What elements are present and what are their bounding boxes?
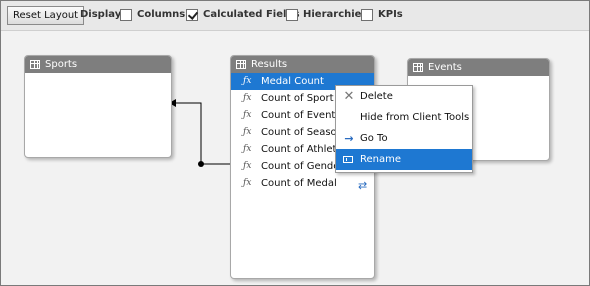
menu-item-go-to[interactable]: → Go To [336, 128, 472, 149]
diagram-view: Reset Layout Display: Columns Calculated… [0, 0, 590, 286]
hierarchies-checkbox[interactable] [286, 9, 298, 21]
menu-item-rename[interactable]: Rename [336, 149, 472, 170]
columns-checkbox[interactable] [120, 9, 132, 21]
menu-item-label: Delete [360, 91, 393, 102]
calculated-field-icon: ƒx [243, 93, 252, 103]
swap-arrows-icon[interactable]: ⇄ [358, 179, 367, 192]
field-label: Medal Count [261, 76, 324, 87]
display-label: Display: [80, 9, 126, 20]
context-menu: ✕ Delete Hide from Client Tools → Go To … [335, 85, 473, 173]
menu-item-hide-from-client-tools[interactable]: Hide from Client Tools [336, 107, 472, 128]
table-sports[interactable]: Sports [24, 55, 172, 158]
table-icon [413, 63, 423, 72]
calculated-field-row[interactable]: ƒx Count of Medal [231, 175, 374, 192]
calculated-fields-checkbox[interactable] [186, 9, 198, 21]
rename-icon [343, 156, 353, 163]
kpis-label[interactable]: KPIs [378, 9, 403, 20]
field-label: Count of Season [261, 127, 343, 138]
table-title: Events [428, 62, 462, 73]
calculated-field-icon: ƒx [243, 76, 252, 86]
field-label: Count of Medal [261, 178, 337, 189]
hierarchies-label[interactable]: Hierarchies [303, 9, 367, 20]
calculated-field-icon: ƒx [243, 178, 252, 188]
menu-item-label: Go To [360, 133, 388, 144]
calculated-field-icon: ƒx [243, 127, 252, 137]
table-title: Sports [45, 59, 78, 70]
table-icon [236, 60, 246, 69]
menu-item-label: Hide from Client Tools [360, 112, 470, 123]
delete-x-icon: ✕ [343, 89, 355, 104]
field-label: Count of Event [261, 110, 336, 121]
menu-item-delete[interactable]: ✕ Delete [336, 86, 472, 107]
menu-item-label: Rename [360, 154, 402, 165]
table-title: Results [251, 59, 288, 70]
calculated-field-icon: ƒx [243, 161, 252, 171]
field-label: Count of Sport [261, 93, 334, 104]
calculated-field-icon: ƒx [243, 110, 252, 120]
table-header[interactable]: Results [231, 56, 374, 73]
kpis-checkbox[interactable] [361, 9, 373, 21]
goto-arrow-icon: → [344, 132, 354, 145]
calculated-field-icon: ƒx [243, 144, 252, 154]
field-label: Count of Gender [261, 161, 344, 172]
field-label: Count of Athlete [261, 144, 343, 155]
table-icon [30, 60, 40, 69]
table-header[interactable]: Sports [25, 56, 171, 73]
columns-label[interactable]: Columns [137, 9, 185, 20]
toolbar: Reset Layout Display: Columns Calculated… [1, 1, 589, 31]
table-header[interactable]: Events [408, 59, 549, 76]
relationship-dot-icon [198, 161, 204, 167]
reset-layout-button[interactable]: Reset Layout [7, 6, 85, 25]
